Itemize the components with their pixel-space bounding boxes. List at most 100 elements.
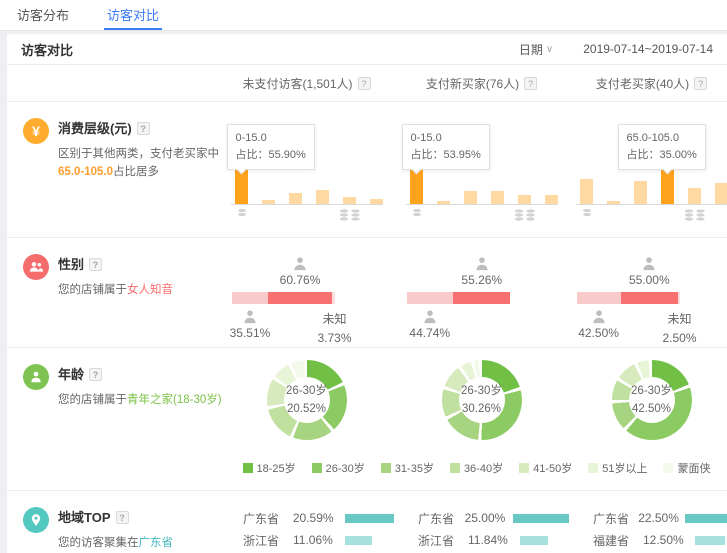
tab-visitor-comparison[interactable]: 访客对比 [104,0,162,30]
bar [545,195,558,204]
tab-visitor-distribution[interactable]: 访客分布 [14,0,72,30]
tooltip-range: 65.0-105.0 [627,130,697,147]
gender-chart-new-buyers: 55.26%44.74% [394,238,569,347]
unknown-percent: 3.73% [318,329,352,348]
legend-label: 31-35岁 [395,460,434,476]
help-icon[interactable]: ? [524,77,537,90]
gender-bar [407,292,511,304]
bar [715,183,727,204]
section-region-top: 地域TOP? 您的访客聚集在广东省 广东省20.59%浙江省11.06% 广东省… [7,491,727,553]
visitor-comparison-panel: 访客对比 日期 ∨ 2019-07-14~2019-07-14 未支付访客(1,… [7,34,727,553]
tooltip-range: 0-15.0 [236,130,306,147]
region-bar [520,536,548,545]
age-donut-old-buyers: 26-30岁42.50% [569,348,727,452]
donut-top-age-group: 26-30岁 [286,382,327,400]
gender-chart: 55.26%44.74% [407,254,557,344]
region-percent: 11.06% [293,533,345,547]
tooltip-value: 占比：53.95% [411,147,481,164]
donut-top-age-percent: 30.26% [462,400,501,418]
consume-chart-new-buyers: 0-15.0占比：53.95% [394,102,569,237]
x-axis [576,204,727,205]
unknown-label: 未知3.73% [318,310,352,348]
low-spend-coin-icon [582,207,592,221]
male-icon [591,309,607,327]
help-icon[interactable]: ? [694,77,707,90]
bar [343,197,356,204]
region-bar [685,514,727,523]
legend-label: 51岁以上 [602,460,647,476]
legend-item: 26-30岁 [312,460,365,476]
region-list-old-buyers: 广东省22.50%福建省12.50% [569,491,727,553]
help-icon[interactable]: ? [137,122,150,135]
section-description: 区别于其他两类，支付老买家中65.0-105.0占比居多 [58,145,226,182]
gender-people-icon [23,254,49,280]
legend-item: 51岁以上 [588,460,647,476]
column-header-label: 支付新买家(76人) [426,75,519,92]
legend-swatch [450,463,460,473]
gender-chart: 60.76%35.51%未知3.73% [232,254,382,344]
region-bar [513,514,569,523]
high-spend-coins-icon [339,208,361,225]
section-title: 性别? [58,254,226,273]
section-gender: 性别? 您的店铺属于女人知音 60.76%35.51%未知3.73% 55.26… [7,238,727,348]
chevron-down-icon: ∨ [546,44,553,55]
region-bar [345,514,394,523]
legend-swatch [312,463,322,473]
female-segment [268,292,331,304]
female-icon [641,256,657,274]
region-row: 广东省20.59% [243,507,394,529]
female-segment [621,292,678,304]
male-percent: 35.51% [230,326,271,340]
low-spend-coin-icon [237,207,247,221]
region-name: 浙江省 [418,532,468,549]
section-description: 您的访客聚集在广东省 [58,534,226,552]
region-list: 广东省22.50%福建省12.50% [569,491,727,553]
donut-center-label: 26-30岁30.26% [459,377,505,423]
region-name: 广东省 [418,510,465,527]
age-donut-new-buyers: 26-30岁30.26% [394,348,569,452]
chart-tooltip: 65.0-105.0占比：35.00% [618,124,706,170]
date-controls: 日期 ∨ 2019-07-14~2019-07-14 [519,41,713,58]
bar [316,190,329,204]
region-bar [695,536,725,545]
region-name: 浙江省 [243,532,293,549]
unknown-percent: 2.50% [663,329,697,348]
age-donut-chart: 26-30岁20.52% [267,360,347,440]
unknown-text: 未知 [318,310,352,329]
consume-chart-unpaid: 0-15.0占比：55.90% [219,102,394,237]
date-filter-dropdown[interactable]: 日期 ∨ [519,41,553,58]
bar [491,191,504,204]
gender-chart-old-buyers: 55.00%42.50%未知2.50% [569,238,727,347]
legend-swatch [381,463,391,473]
tooltip-range: 0-15.0 [411,130,481,147]
x-axis [231,204,383,205]
consume-chart-old-buyers: 65.0-105.0占比：35.00% [569,102,727,237]
unknown-label: 未知2.50% [663,310,697,348]
legend-label: 36-40岁 [464,460,503,476]
legend-item: 36-40岁 [450,460,503,476]
donut-top-age-percent: 42.50% [632,400,671,418]
age-legend: 18-25岁26-30岁31-35岁36-40岁41-50岁51岁以上蒙面侠 [219,460,727,476]
tabbar: 访客分布 访客对比 [0,0,727,31]
bar [688,188,701,204]
help-icon[interactable]: ? [116,511,129,524]
page-title: 访客对比 [21,40,73,59]
bar-chart: 0-15.0占比：53.95% [402,102,562,237]
male-icon [242,309,258,327]
help-icon[interactable]: ? [89,368,102,381]
unknown-segment [678,292,681,304]
region-bar [345,536,372,545]
section-description: 您的店铺属于女人知音 [58,281,226,299]
bar-chart: 65.0-105.0占比：35.00% [572,102,727,237]
section-title: 地域TOP? [58,507,226,526]
female-icon [474,256,490,274]
help-icon[interactable]: ? [89,258,102,271]
date-range-value[interactable]: 2019-07-14~2019-07-14 [583,42,713,56]
gender-bar [577,292,681,304]
legend-label: 41-50岁 [533,460,572,476]
region-name: 广东省 [243,510,293,527]
column-header-label: 支付老买家(40人) [596,75,689,92]
male-segment [232,292,269,304]
help-icon[interactable]: ? [358,77,371,90]
donut-top-age-group: 26-30岁 [461,382,502,400]
